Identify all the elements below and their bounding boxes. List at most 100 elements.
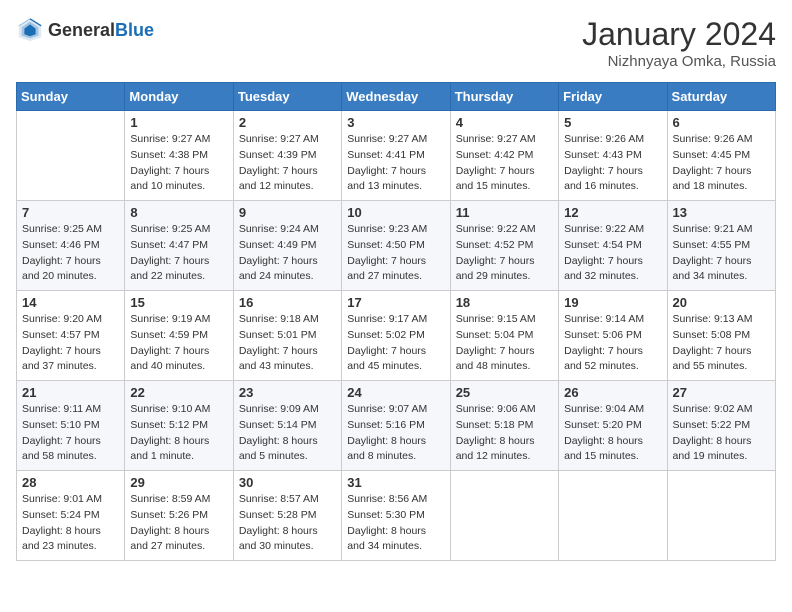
sunrise-text: Sunrise: 9:19 AM xyxy=(130,313,210,325)
sunrise-text: Sunrise: 9:17 AM xyxy=(347,313,427,325)
month-title: January 2024 xyxy=(582,16,776,53)
day-number: 19 xyxy=(564,295,661,310)
day-number: 2 xyxy=(239,115,336,130)
logo: GeneralBlue xyxy=(16,16,154,44)
day-number: 29 xyxy=(130,475,227,490)
day-number: 30 xyxy=(239,475,336,490)
day-number: 21 xyxy=(22,385,119,400)
daylight-text: Daylight: 7 hours and 48 minutes. xyxy=(456,345,535,373)
calendar-cell: 1Sunrise: 9:27 AMSunset: 4:38 PMDaylight… xyxy=(125,111,233,201)
calendar-cell xyxy=(17,111,125,201)
calendar-header: SundayMondayTuesdayWednesdayThursdayFrid… xyxy=(17,83,776,111)
calendar-cell: 31Sunrise: 8:56 AMSunset: 5:30 PMDayligh… xyxy=(342,471,450,561)
sunrise-text: Sunrise: 9:27 AM xyxy=(130,133,210,145)
day-number: 8 xyxy=(130,205,227,220)
calendar-cell: 10 Sunrise: 9:23 AMSunset: 4:50 PMDayligh… xyxy=(342,201,450,291)
daylight-text: Daylight: 7 hours and 27 minutes. xyxy=(347,255,426,283)
day-number: 6 xyxy=(673,115,770,130)
sunrise-text: Sunrise: 9:15 AM xyxy=(456,313,536,325)
day-number: 14 xyxy=(22,295,119,310)
daylight-text: Daylight: 7 hours and 18 minutes. xyxy=(673,165,752,193)
sunset-text: Sunset: 5:02 PM xyxy=(347,329,425,341)
calendar-cell xyxy=(667,471,775,561)
weekday-header: Monday xyxy=(125,83,233,111)
daylight-text: Daylight: 7 hours and 55 minutes. xyxy=(673,345,752,373)
day-number: 26 xyxy=(564,385,661,400)
page-header: GeneralBlue January 2024 Nizhnyaya Omka,… xyxy=(16,16,776,70)
daylight-text: Daylight: 7 hours and 52 minutes. xyxy=(564,345,643,373)
day-info: Sunrise: 9:10 AMSunset: 5:12 PMDaylight:… xyxy=(130,402,227,465)
day-number: 27 xyxy=(673,385,770,400)
day-number: 16 xyxy=(239,295,336,310)
sunset-text: Sunset: 5:12 PM xyxy=(130,419,208,431)
calendar-cell: 21Sunrise: 9:11 AMSunset: 5:10 PMDayligh… xyxy=(17,381,125,471)
sunset-text: Sunset: 4:42 PM xyxy=(456,149,534,161)
sunset-text: Sunset: 5:10 PM xyxy=(22,419,100,431)
day-info: Sunrise: 9:22 AMSunset: 4:54 PMDaylight:… xyxy=(564,222,661,285)
calendar-cell: 27 Sunrise: 9:02 AMSunset: 5:22 PMDayligh… xyxy=(667,381,775,471)
calendar-cell: 2Sunrise: 9:27 AMSunset: 4:39 PMDaylight… xyxy=(233,111,341,201)
calendar-cell: 12Sunrise: 9:22 AMSunset: 4:54 PMDayligh… xyxy=(559,201,667,291)
day-info: Sunrise: 9:27 AMSunset: 4:41 PMDaylight:… xyxy=(347,132,444,195)
calendar-cell: 30 Sunrise: 8:57 AMSunset: 5:28 PMDayligh… xyxy=(233,471,341,561)
day-info: Sunrise: 9:04 AMSunset: 5:20 PMDaylight:… xyxy=(564,402,661,465)
logo-general: General xyxy=(48,20,115,40)
sunrise-text: Sunrise: 9:26 AM xyxy=(673,133,753,145)
daylight-text: Daylight: 8 hours and 12 minutes. xyxy=(456,435,535,463)
day-number: 5 xyxy=(564,115,661,130)
day-number: 13 xyxy=(673,205,770,220)
calendar-cell: 17Sunrise: 9:17 AMSunset: 5:02 PMDayligh… xyxy=(342,291,450,381)
sunset-text: Sunset: 4:57 PM xyxy=(22,329,100,341)
sunrise-text: Sunrise: 9:27 AM xyxy=(239,133,319,145)
daylight-text: Daylight: 8 hours and 30 minutes. xyxy=(239,525,318,553)
weekday-header: Saturday xyxy=(667,83,775,111)
sunset-text: Sunset: 5:22 PM xyxy=(673,419,751,431)
daylight-text: Daylight: 7 hours and 45 minutes. xyxy=(347,345,426,373)
sunrise-text: Sunrise: 9:09 AM xyxy=(239,403,319,415)
daylight-text: Daylight: 7 hours and 32 minutes. xyxy=(564,255,643,283)
sunrise-text: Sunrise: 9:26 AM xyxy=(564,133,644,145)
sunset-text: Sunset: 5:04 PM xyxy=(456,329,534,341)
day-info: Sunrise: 9:23 AMSunset: 4:50 PMDaylight:… xyxy=(347,222,444,285)
sunrise-text: Sunrise: 8:59 AM xyxy=(130,493,210,505)
calendar-week-row: 1Sunrise: 9:27 AMSunset: 4:38 PMDaylight… xyxy=(17,111,776,201)
sunset-text: Sunset: 5:08 PM xyxy=(673,329,751,341)
sunset-text: Sunset: 4:50 PM xyxy=(347,239,425,251)
daylight-text: Daylight: 7 hours and 20 minutes. xyxy=(22,255,101,283)
day-number: 10 xyxy=(347,205,444,220)
daylight-text: Daylight: 7 hours and 10 minutes. xyxy=(130,165,209,193)
calendar-cell: 4Sunrise: 9:27 AMSunset: 4:42 PMDaylight… xyxy=(450,111,558,201)
sunset-text: Sunset: 4:38 PM xyxy=(130,149,208,161)
day-number: 7 xyxy=(22,205,119,220)
calendar-week-row: 21 Sunrise: 9:11 AM Sunset: 5:10 PM Dayligh… xyxy=(17,381,776,471)
day-info: Sunrise: 9:01 AMSunset: 5:24 PMDaylight:… xyxy=(22,492,119,555)
daylight-text: Daylight: 7 hours and 34 minutes. xyxy=(673,255,752,283)
day-info: Sunrise: 9:27 AM Sunset: 4:38 PM Daylight:… xyxy=(130,132,227,195)
day-number: 20 xyxy=(673,295,770,310)
day-info: Sunrise: 9:02 AMSunset: 5:22 PMDaylight:… xyxy=(673,402,770,465)
title-block: January 2024 Nizhnyaya Omka, Russia xyxy=(582,16,776,70)
daylight-text: Daylight: 8 hours and 8 minutes. xyxy=(347,435,426,463)
calendar-cell: 6 Sunrise: 9:26 AMSunset: 4:45 PMDaylight… xyxy=(667,111,775,201)
calendar-cell: 16 Sunrise: 9:18 AMSunset: 5:01 PMDayligh… xyxy=(233,291,341,381)
sunrise-text: Sunrise: 9:11 AM xyxy=(22,403,101,415)
day-info: Sunrise: 9:21 AMSunset: 4:55 PMDaylight:… xyxy=(673,222,770,285)
daylight-text: Daylight: 7 hours and 12 minutes. xyxy=(239,165,318,193)
calendar-week-row: 14Sunrise: 9:20 AMSunset: 4:57 PMDayligh… xyxy=(17,291,776,381)
day-info: Sunrise: 9:17 AM Sunset: 5:02 PM Daylight:… xyxy=(347,312,444,375)
calendar-cell xyxy=(559,471,667,561)
day-info: Sunrise: 9:25 AMSunset: 4:47 PMDaylight:… xyxy=(130,222,227,285)
sunset-text: Sunset: 5:28 PM xyxy=(239,509,317,521)
sunrise-text: Sunrise: 9:21 AM xyxy=(673,223,753,235)
day-info: Sunrise: 8:57 AMSunset: 5:28 PMDaylight:… xyxy=(239,492,336,555)
day-info: Sunrise: 9:18 AMSunset: 5:01 PMDaylight:… xyxy=(239,312,336,375)
weekday-header: Wednesday xyxy=(342,83,450,111)
sunrise-text: Sunrise: 8:56 AM xyxy=(347,493,427,505)
calendar-cell: 18Sunrise: 9:15 AMSunset: 5:04 PMDayligh… xyxy=(450,291,558,381)
day-number: 22 xyxy=(130,385,227,400)
daylight-text: Daylight: 7 hours and 43 minutes. xyxy=(239,345,318,373)
sunrise-text: Sunrise: 9:22 AM xyxy=(564,223,644,235)
day-info: Sunrise: 9:26 AMSunset: 4:45 PMDaylight:… xyxy=(673,132,770,195)
daylight-text: Daylight: 7 hours and 16 minutes. xyxy=(564,165,643,193)
sunrise-text: Sunrise: 9:27 AM xyxy=(347,133,427,145)
